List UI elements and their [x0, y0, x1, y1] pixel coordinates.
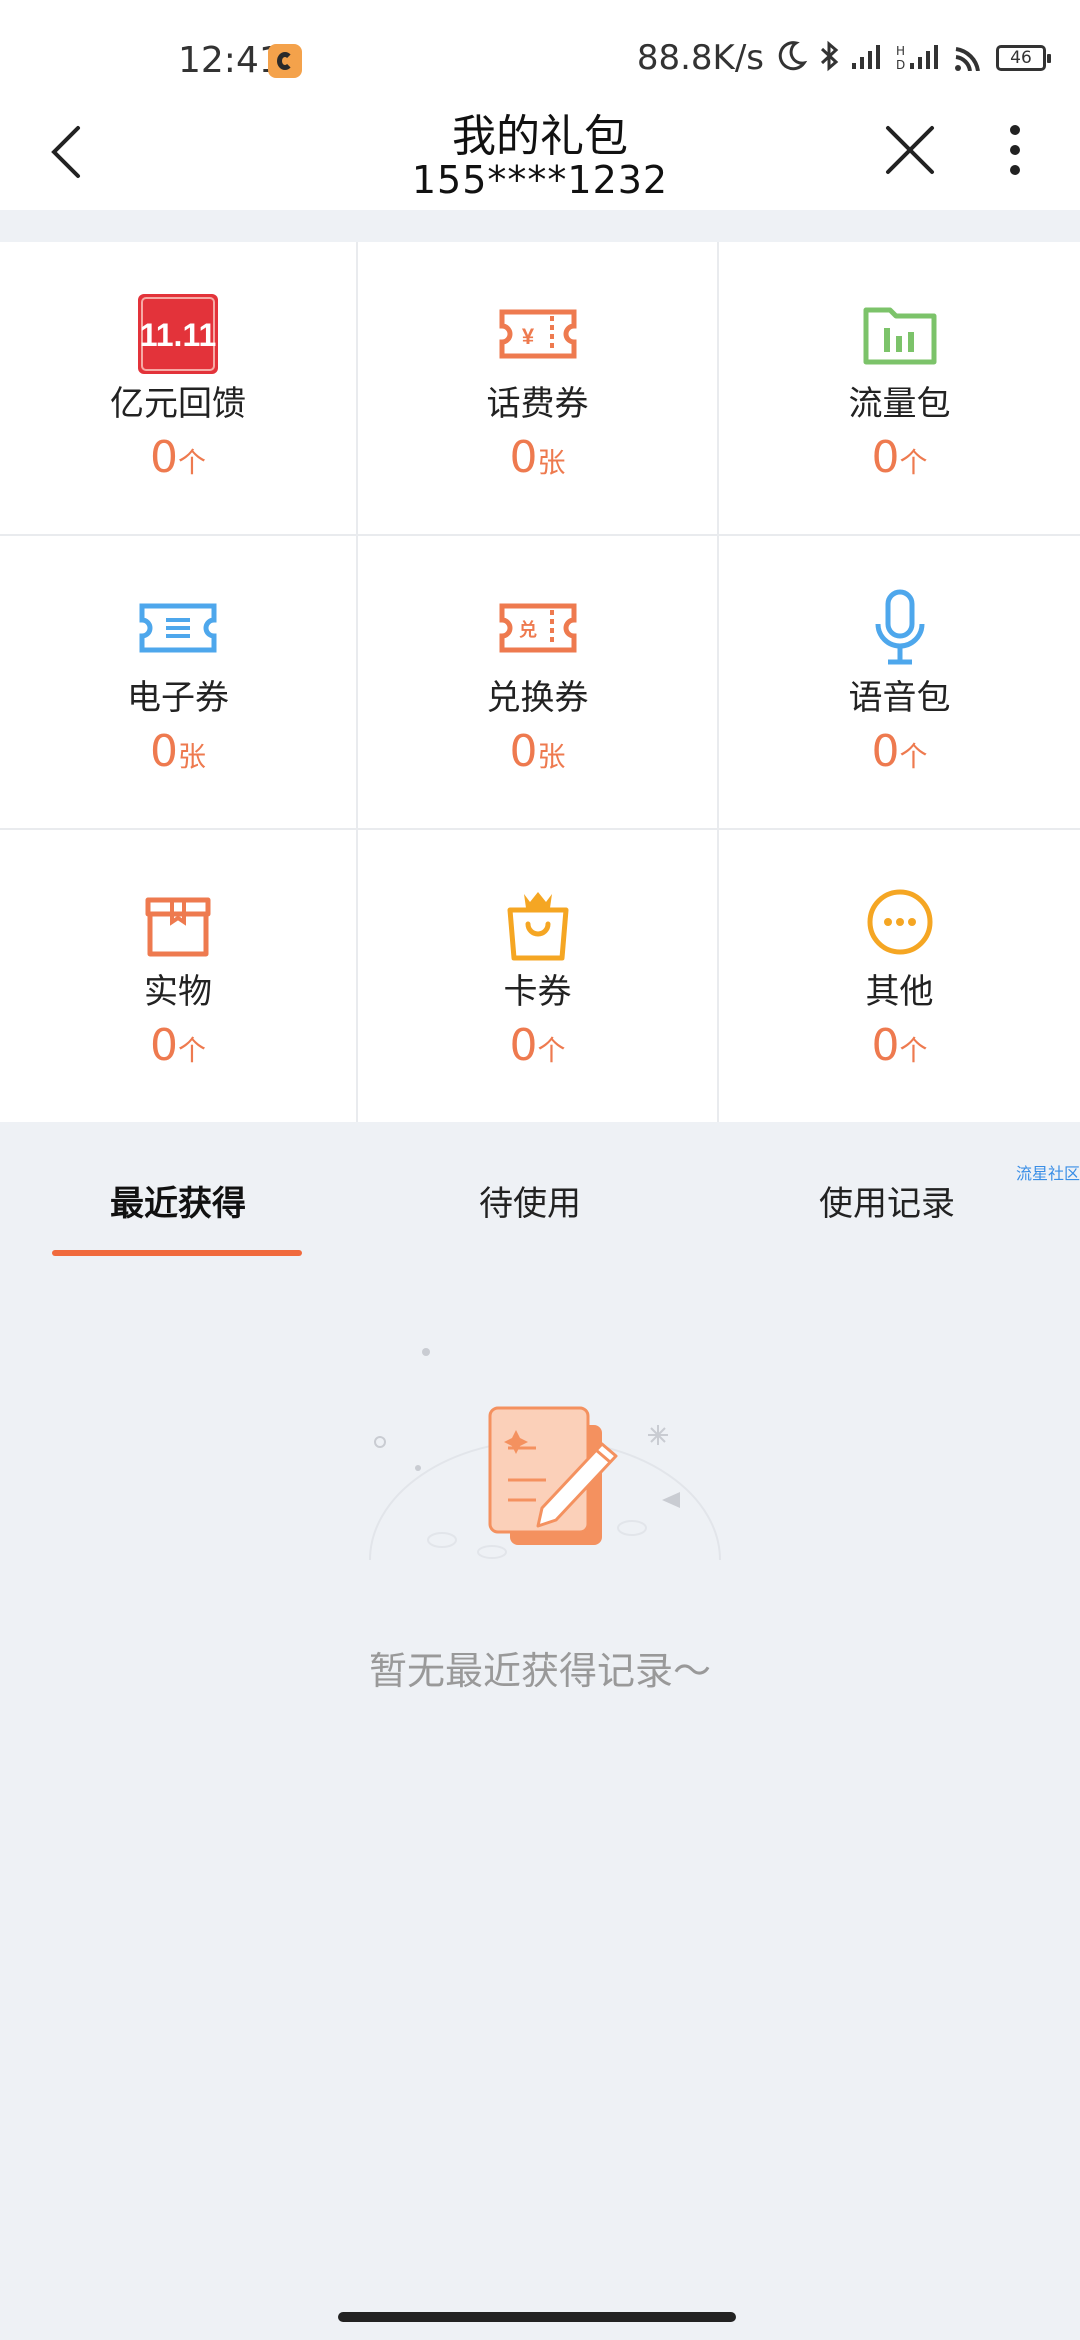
grid-item-yiyuan-huikui[interactable]: 11.11 亿元回馈 0个	[0, 242, 358, 534]
bluetooth-icon	[818, 39, 840, 77]
count-number: 0	[149, 432, 178, 483]
grid-item-liuliangbao[interactable]: 流量包 0个	[719, 242, 1080, 534]
promo-1111-text: 11.11	[140, 317, 217, 353]
more-dots-icon	[858, 880, 942, 964]
grid-item-count: 0个	[719, 1020, 1080, 1071]
tab-pending[interactable]: 待使用	[400, 1176, 660, 1225]
close-button[interactable]	[880, 120, 940, 180]
count-number: 0	[149, 1020, 178, 1071]
count-unit: 张	[537, 740, 566, 773]
status-right: 88.8K/s HD 46	[636, 38, 1051, 78]
count-unit: 张	[177, 740, 206, 773]
grid-item-duihuanquan[interactable]: 兑 兑换券 0张	[358, 536, 719, 828]
record-tabs: 最近获得 待使用 使用记录	[0, 1150, 1080, 1260]
exchange-coupon-icon: 兑	[496, 586, 580, 670]
more-vertical-icon	[1010, 125, 1020, 175]
grid-item-count: 0张	[0, 726, 356, 777]
data-package-icon	[858, 292, 942, 376]
svg-text:H: H	[896, 44, 905, 58]
app-notification-icon	[268, 44, 302, 78]
grid-item-shiwu[interactable]: 实物 0个	[0, 830, 358, 1122]
count-number: 0	[871, 1020, 900, 1071]
count-number: 0	[871, 432, 900, 483]
grid-item-count: 0个	[358, 1020, 717, 1071]
hd-signal-icon: HD	[896, 41, 942, 75]
grid-item-label: 实物	[144, 972, 212, 1012]
card-bag-icon	[496, 880, 580, 964]
signal-icon	[850, 41, 886, 75]
more-button[interactable]	[1000, 120, 1030, 180]
gift-box-icon	[136, 880, 220, 964]
svg-text:¥: ¥	[521, 324, 534, 349]
gift-category-grid: 11.11 亿元回馈 0个 ¥ 话费券 0张 流量包 0个 电子券 0张 兑 兑…	[0, 242, 1080, 1122]
count-number: 0	[509, 432, 538, 483]
grid-item-label: 亿元回馈	[110, 384, 246, 424]
count-number: 0	[871, 726, 900, 777]
count-unit: 个	[177, 1034, 206, 1067]
grid-item-label: 语音包	[848, 678, 951, 718]
tab-recent[interactable]: 最近获得	[48, 1176, 308, 1225]
e-coupon-icon	[136, 586, 220, 670]
grid-item-count: 0个	[0, 432, 356, 483]
promo-1111-icon: 11.11	[136, 292, 220, 376]
grid-item-count: 0个	[719, 726, 1080, 777]
count-number: 0	[509, 1020, 538, 1071]
count-unit: 个	[177, 446, 206, 479]
wifi-icon	[952, 41, 986, 75]
corner-link[interactable]: 流星社区	[1016, 1160, 1080, 1184]
count-unit: 个	[899, 1034, 928, 1067]
count-unit: 个	[899, 446, 928, 479]
grid-item-count: 0个	[719, 432, 1080, 483]
grid-item-label: 其他	[865, 972, 934, 1012]
grid-item-qita[interactable]: 其他 0个	[719, 830, 1080, 1122]
tab-active-indicator	[52, 1250, 302, 1256]
empty-state-text: 暂无最近获得记录～	[368, 1649, 711, 1693]
network-speed: 88.8K/s	[636, 38, 764, 78]
count-unit: 个	[899, 740, 928, 773]
header: 我的礼包 155****1232	[0, 100, 1080, 210]
grid-item-huafeiquan[interactable]: ¥ 话费券 0张	[358, 242, 719, 534]
status-bar: 12:41 88.8K/s HD 46	[0, 0, 1080, 100]
count-unit: 张	[537, 446, 566, 479]
grid-item-label: 卡券	[503, 972, 572, 1012]
grid-item-count: 0张	[358, 432, 717, 483]
home-indicator[interactable]	[338, 2312, 736, 2322]
status-time: 12:41	[178, 40, 282, 81]
battery-icon: 46	[996, 45, 1051, 71]
grid-item-label: 流量包	[848, 384, 951, 424]
count-unit: 个	[537, 1034, 566, 1067]
grid-item-yuyinbao[interactable]: 语音包 0个	[719, 536, 1080, 828]
svg-text:D: D	[896, 58, 905, 71]
grid-item-label: 话费券	[486, 384, 589, 424]
bill-coupon-icon: ¥	[496, 292, 580, 376]
tab-usage-history[interactable]: 使用记录	[757, 1176, 1017, 1225]
grid-item-kaquan[interactable]: 卡券 0个	[358, 830, 719, 1122]
close-icon	[886, 126, 934, 174]
empty-state-illustration	[360, 1330, 730, 1590]
exchange-icon-text: 兑	[519, 619, 537, 641]
grid-item-dianziquan[interactable]: 电子券 0张	[0, 536, 358, 828]
count-number: 0	[509, 726, 538, 777]
grid-item-count: 0个	[0, 1020, 356, 1071]
grid-item-label: 兑换券	[486, 678, 589, 718]
grid-item-label: 电子券	[127, 678, 229, 718]
moon-icon	[774, 39, 808, 77]
count-number: 0	[149, 726, 178, 777]
microphone-icon	[858, 586, 942, 670]
grid-item-count: 0张	[358, 726, 717, 777]
